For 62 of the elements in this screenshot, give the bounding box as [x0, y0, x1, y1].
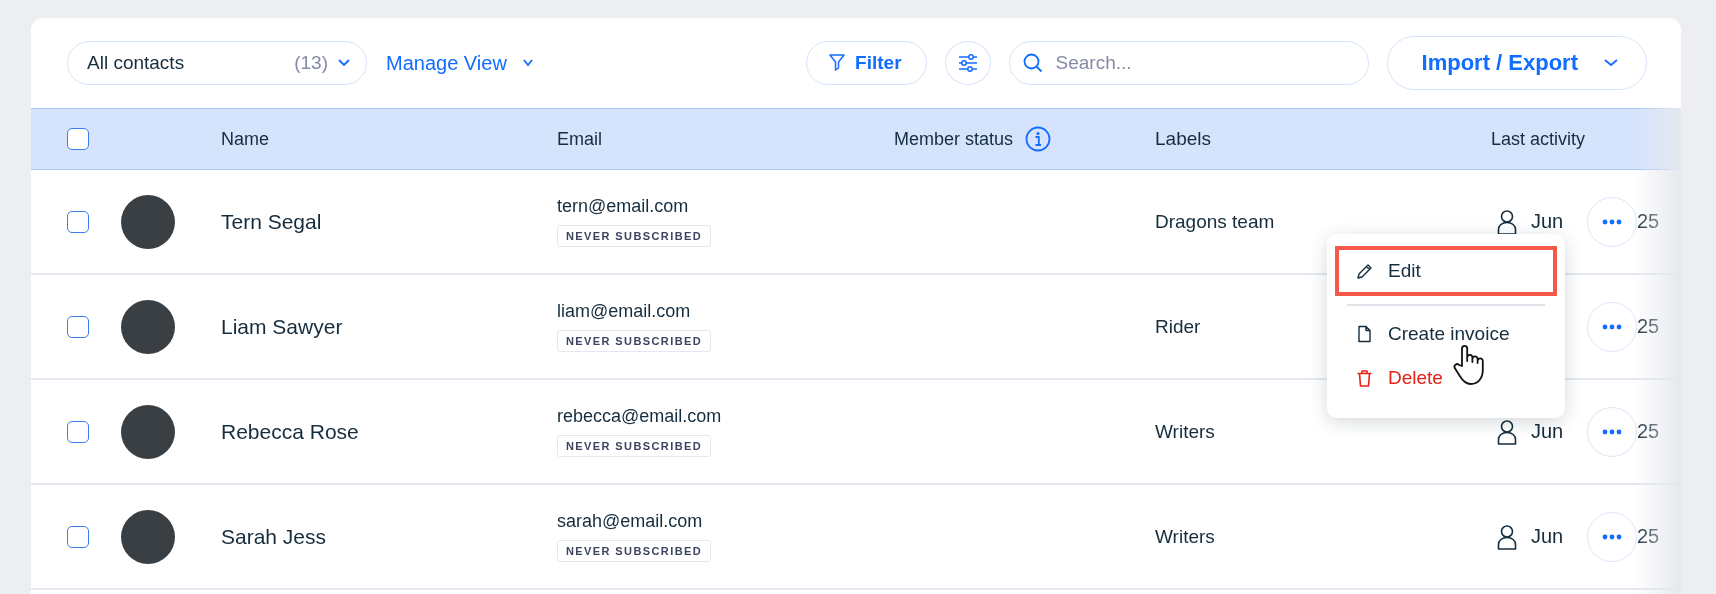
activity-date: Jun: [1531, 525, 1565, 548]
menu-item[interactable]: Create invoice: [1335, 312, 1557, 356]
person-icon: [1497, 208, 1517, 235]
subscription-tag: NEVER SUBSCRIBED: [557, 435, 712, 457]
avatar-placeholder: [121, 404, 175, 459]
filter-button[interactable]: Filter: [806, 41, 927, 85]
activity-date: 25: [1637, 525, 1660, 548]
avatar-placeholder: [121, 509, 175, 564]
customize-columns-button[interactable]: [944, 41, 991, 85]
subscription-tag: NEVER SUBSCRIBED: [557, 330, 712, 352]
view-select-dropdown[interactable]: All contacts (13): [67, 41, 367, 85]
more-icon: [1602, 428, 1622, 435]
row-checkbox[interactable]: [67, 315, 89, 338]
chevron-down-icon: [522, 59, 533, 67]
filter-icon: [829, 54, 846, 72]
contact-name: Tern Segal: [221, 209, 323, 234]
column-header: Member status: [894, 128, 1014, 150]
menu-item[interactable]: Delete: [1335, 356, 1557, 400]
activity-date: 25: [1637, 210, 1660, 233]
activity-date: Jun: [1531, 210, 1565, 233]
email-text: liam@email.com: [557, 301, 691, 322]
email-text: rebecca@email.com: [557, 406, 722, 427]
sliders-icon: [957, 54, 978, 72]
more-icon: [1602, 218, 1622, 225]
person-icon: [1497, 523, 1517, 550]
activity-date: 25: [1637, 315, 1660, 338]
activity-date: 25: [1637, 420, 1660, 443]
more-icon: [1602, 533, 1622, 540]
import-export-button[interactable]: Import / Export: [1386, 36, 1647, 90]
avatar-placeholder: [121, 194, 175, 249]
label-text: Dragons team: [1155, 210, 1275, 232]
label-text: Rider: [1155, 315, 1201, 337]
column-header: Labels: [1155, 128, 1211, 150]
search-field[interactable]: Search...: [1008, 41, 1369, 85]
label-text: Writers: [1155, 420, 1215, 442]
contact-name: Rebecca Rose: [221, 419, 360, 444]
row-checkbox[interactable]: [67, 210, 89, 233]
avatar-placeholder: [121, 299, 175, 354]
hand-cursor-icon: [1451, 344, 1485, 386]
document-icon: [1355, 324, 1374, 344]
chevron-down-icon: [1604, 59, 1618, 67]
subscription-tag: NEVER SUBSCRIBED: [557, 225, 712, 247]
contact-name: Sarah Jess: [221, 524, 328, 549]
contact-name: Liam Sawyer: [221, 314, 344, 339]
more-icon: [1602, 323, 1622, 330]
row-checkbox[interactable]: [67, 525, 89, 548]
activity-date: Jun: [1531, 420, 1565, 443]
email-text: sarah@email.com: [557, 511, 703, 532]
email-text: tern@email.com: [557, 196, 689, 217]
label-text: Writers: [1155, 525, 1215, 547]
column-header: Name: [221, 128, 269, 150]
row-checkbox[interactable]: [67, 420, 89, 443]
person-icon: [1497, 418, 1517, 445]
chevron-down-icon: [338, 59, 350, 67]
subscription-tag: NEVER SUBSCRIBED: [557, 540, 712, 562]
menu-item[interactable]: Edit: [1335, 246, 1557, 296]
column-header: Last activity: [1491, 128, 1586, 150]
info-icon: [1025, 126, 1052, 152]
trash-icon: [1355, 368, 1374, 388]
manage-view-dropdown[interactable]: Manage View: [386, 51, 533, 75]
column-header: Email: [557, 128, 602, 150]
select-all-checkbox[interactable]: [67, 128, 89, 150]
